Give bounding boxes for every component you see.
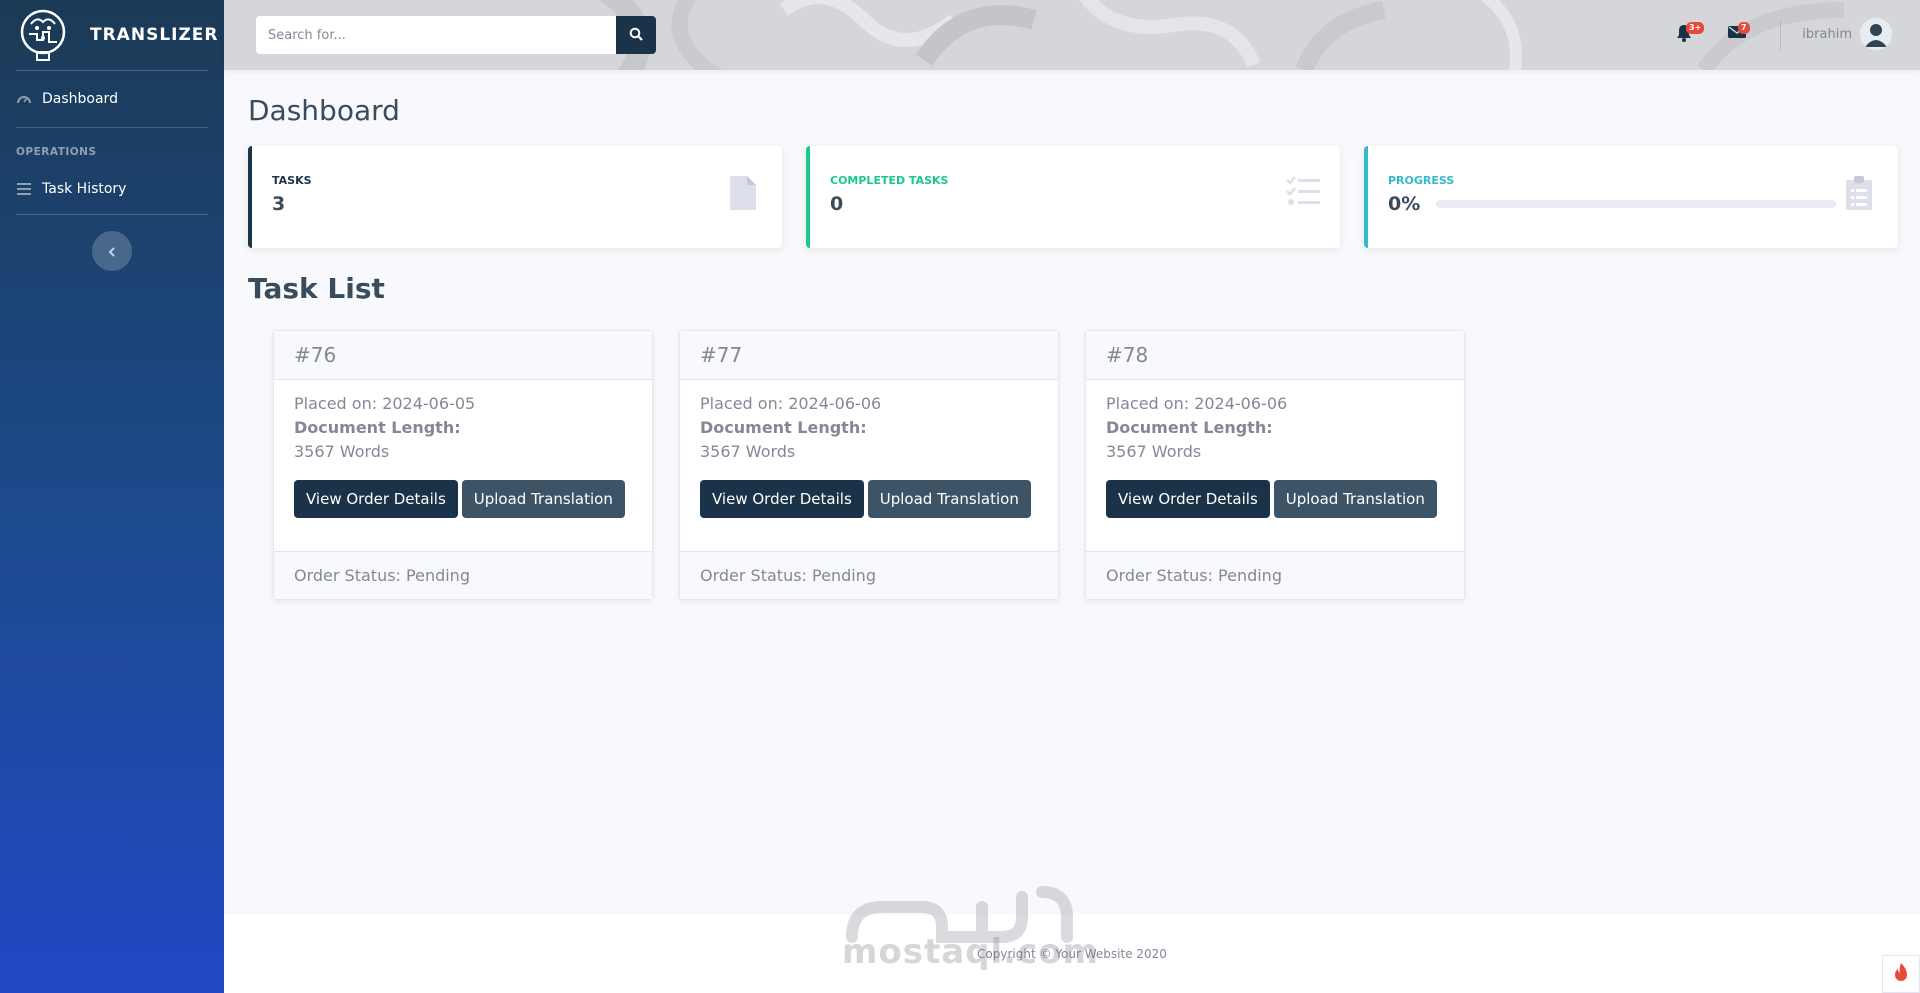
topbar: 3+ 7 ibrahim [224,0,1920,70]
task-card: #78 Placed on: 2024-06-06 Document Lengt… [1085,330,1465,600]
task-placed-date: Placed on: 2024-06-05 [294,394,476,413]
task-id: #76 [274,331,652,380]
task-doc-length: 3567 Words [700,442,796,461]
sidebar-item-task-history[interactable]: Task History [0,164,224,214]
alerts-badge: 3+ [1686,22,1705,34]
stat-value: 3 [272,193,286,215]
task-doc-length: 3567 Words [294,442,390,461]
user-name: ibrahim [1802,26,1852,42]
task-body: Placed on: 2024-06-06 Document Length: 3… [680,380,1058,551]
task-id: #78 [1086,331,1464,380]
stat-card-progress: PROGRESS 0% [1364,146,1898,248]
sidebar-toggle-button[interactable] [92,231,132,271]
sidebar-item-label: Task History [42,181,127,197]
stat-label: TASKS [272,174,312,187]
task-card: #76 Placed on: 2024-06-05 Document Lengt… [273,330,653,600]
search-bar [256,16,656,54]
task-status: Order Status: Pending [1086,551,1464,599]
chevron-left-icon [108,242,116,261]
task-id: #77 [680,331,1058,380]
search-button[interactable] [616,16,656,54]
list-icon [16,181,32,197]
stat-value: 0% [1388,193,1421,215]
stat-card-tasks: TASKS 3 [248,146,782,248]
messages-button[interactable]: 7 [1728,22,1750,46]
task-doc-length-label: Document Length: [700,418,867,437]
avatar [1860,18,1892,50]
view-order-details-button[interactable]: View Order Details [294,480,458,518]
page-title: Dashboard [248,94,400,127]
user-menu[interactable]: ibrahim [1802,18,1892,50]
task-body: Placed on: 2024-06-05 Document Length: 3… [274,380,652,551]
clipboard-list-icon [1846,176,1878,212]
sidebar: TRANSLIZER Dashboard OPERATIONS Task His… [0,0,224,993]
upload-translation-button[interactable]: Upload Translation [1273,480,1437,518]
watermark-text: mostaql.com [842,932,1100,972]
task-placed-date: Placed on: 2024-06-06 [700,394,882,413]
task-actions: View Order Details Upload Translation [294,480,632,518]
task-body: Placed on: 2024-06-06 Document Length: 3… [1086,380,1464,551]
alerts-button[interactable]: 3+ [1676,22,1705,46]
brand-name: TRANSLIZER [90,25,219,45]
fire-icon [1893,962,1909,986]
stat-value: 0 [830,193,844,215]
progress-row: 0% [1388,193,1878,215]
task-placed-date: Placed on: 2024-06-06 [1106,394,1288,413]
sidebar-item-label: Dashboard [42,91,118,107]
task-list-title: Task List [248,272,385,305]
task-doc-length-label: Document Length: [294,418,461,437]
task-list: #76 Placed on: 2024-06-05 Document Lengt… [248,330,1896,600]
fire-icon-button[interactable] [1882,955,1920,993]
task-doc-length: 3567 Words [1106,442,1202,461]
task-actions: View Order Details Upload Translation [700,480,1038,518]
sidebar-item-dashboard[interactable]: Dashboard [0,71,224,127]
stat-card-completed: COMPLETED TASKS 0 [806,146,1340,248]
sidebar-heading: OPERATIONS [16,146,97,158]
brain-logo-icon [18,6,68,64]
stat-label: PROGRESS [1388,174,1455,187]
stat-label: COMPLETED TASKS [830,174,949,187]
brand[interactable]: TRANSLIZER [0,0,224,70]
search-icon [629,27,643,44]
topbar-divider [1780,20,1781,50]
sidebar-divider [16,214,208,215]
task-status: Order Status: Pending [680,551,1058,599]
tachometer-icon [16,91,32,107]
upload-translation-button[interactable]: Upload Translation [867,480,1031,518]
task-doc-length-label: Document Length: [1106,418,1273,437]
task-actions: View Order Details Upload Translation [1106,480,1444,518]
progress-bar [1436,200,1837,208]
task-status: Order Status: Pending [274,551,652,599]
main-content: Dashboard TASKS 3 COMPLETED TASKS 0 PROG… [248,70,1898,600]
tasks-checklist-icon [1286,176,1320,212]
messages-badge: 7 [1738,22,1750,34]
file-icon [730,176,762,212]
view-order-details-button[interactable]: View Order Details [700,480,864,518]
search-input[interactable] [256,16,616,54]
view-order-details-button[interactable]: View Order Details [1106,480,1270,518]
stats-row: TASKS 3 COMPLETED TASKS 0 PROGRESS 0% [248,146,1898,248]
task-card: #77 Placed on: 2024-06-06 Document Lengt… [679,330,1059,600]
upload-translation-button[interactable]: Upload Translation [461,480,625,518]
